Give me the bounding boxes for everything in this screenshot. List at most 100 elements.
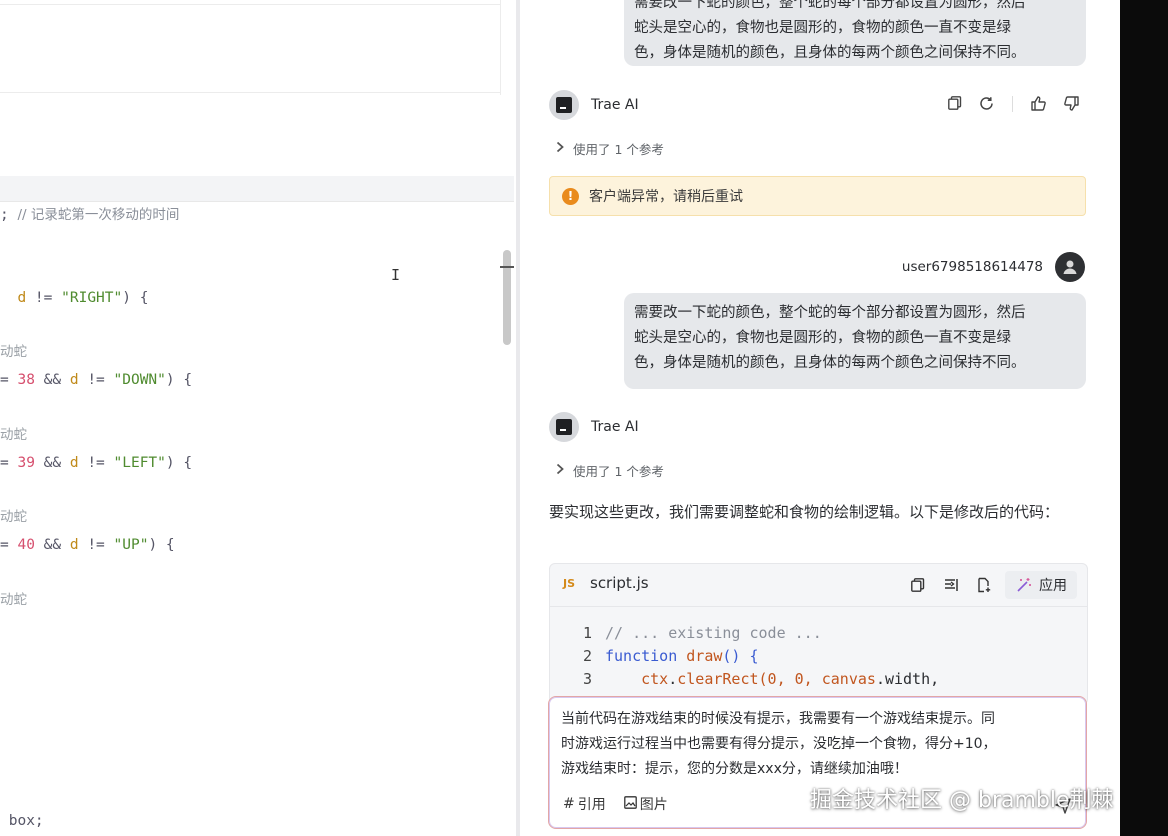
code-token: ctx bbox=[605, 670, 669, 688]
code-token: .width, bbox=[875, 670, 940, 688]
current-line-highlight bbox=[0, 176, 514, 202]
code-block-content: 1// ... existing code ... 2 function draw(… bbox=[550, 622, 939, 691]
code-block-toolbar: 应用 bbox=[896, 571, 1077, 599]
reference-toggle[interactable]: 使用了 1 个参考 bbox=[555, 139, 664, 158]
apply-button[interactable]: 应用 bbox=[1005, 571, 1077, 599]
editor-code-line[interactable]: 动蛇 bbox=[0, 507, 27, 527]
line-number: 1 bbox=[582, 624, 592, 642]
error-alert: ! 客户端异常，请稍后重试 bbox=[549, 176, 1086, 216]
chat-input-text[interactable]: 当前代码在游戏结束的时候没有提示，我需要有一个游戏结束提示。同 时游戏运行过程当… bbox=[561, 707, 1076, 782]
reference-button-label: 引用 bbox=[577, 797, 606, 813]
js-language-icon: JS bbox=[563, 577, 576, 590]
image-button[interactable]: 图片 bbox=[623, 794, 668, 814]
ai-chat-panel: 需要改一下蛇的颜色，整个蛇的每个部分都设置为圆形，然后 蛇头是空心的，食物也是圆… bbox=[520, 0, 1120, 836]
code-token: d bbox=[69, 537, 79, 553]
ai-name: Trae AI bbox=[591, 97, 639, 113]
code-token: ) { bbox=[122, 290, 149, 306]
editor-divider-top bbox=[0, 4, 500, 5]
code-token: d bbox=[69, 372, 79, 388]
magic-wand-icon bbox=[1017, 578, 1031, 592]
prev-user-message-line: 需要改一下蛇的颜色，整个蛇的每个部分都设置为圆形，然后 bbox=[634, 0, 1026, 11]
code-token: function bbox=[605, 647, 687, 665]
user-message-header: user6798518614478 bbox=[902, 252, 1085, 282]
code-editor[interactable]: ; // 记录蛇第一次移动的时间 d != "RIGHT") {动蛇 = 38 &… bbox=[0, 0, 516, 836]
editor-code-line[interactable]: = 39 && d != "LEFT") { bbox=[0, 453, 192, 473]
code-token: ) { bbox=[165, 372, 193, 388]
thumbs-up-icon[interactable] bbox=[1028, 93, 1048, 113]
editor-code-line[interactable]: 动蛇 bbox=[0, 425, 27, 445]
ai-message-header: Trae AI bbox=[549, 412, 639, 442]
warning-icon: ! bbox=[562, 187, 579, 205]
code-token: && bbox=[34, 537, 70, 553]
insert-code-icon[interactable] bbox=[940, 574, 962, 596]
chevron-right-icon bbox=[555, 463, 565, 478]
code-token: draw bbox=[686, 647, 723, 665]
editor-code-line[interactable]: 动蛇 bbox=[0, 342, 27, 362]
image-icon bbox=[623, 795, 637, 813]
code-token: 动蛇 bbox=[0, 344, 27, 360]
editor-scrollbar-marker bbox=[500, 266, 514, 268]
error-text: 客户端异常，请稍后重试 bbox=[589, 189, 743, 205]
code-token: () { bbox=[722, 647, 759, 665]
editor-vertical-divider bbox=[500, 0, 501, 95]
code-token: = bbox=[0, 372, 18, 388]
hash-icon: # bbox=[563, 796, 575, 812]
reference-button[interactable]: # 引用 bbox=[563, 794, 606, 814]
watermark-text: 掘金技术社区 @ bramble荆棘 bbox=[810, 788, 1114, 813]
trae-ai-avatar-icon bbox=[549, 90, 579, 120]
editor-code-line[interactable]: d != "RIGHT") { bbox=[0, 288, 148, 308]
code-token: "DOWN" bbox=[113, 372, 166, 388]
input-text-line: 游戏结束时：提示，您的分数是xxx分，请继续加油哦！ bbox=[561, 761, 908, 777]
new-file-icon[interactable] bbox=[973, 574, 995, 596]
code-token: 40 bbox=[17, 537, 35, 553]
code-token: // 记录蛇第一次移动的时间 bbox=[17, 207, 180, 223]
code-token: "RIGHT" bbox=[61, 290, 123, 306]
editor-code-line[interactable]: = 40 && d != "UP") { bbox=[0, 535, 175, 555]
line-number: 3 bbox=[582, 670, 592, 688]
code-token: && bbox=[34, 455, 70, 471]
copy-code-icon[interactable] bbox=[907, 574, 929, 596]
code-token: != bbox=[78, 455, 114, 471]
code-token: = bbox=[0, 455, 18, 471]
code-token: d bbox=[0, 290, 27, 306]
mouse-cursor-ibeam: I bbox=[391, 266, 401, 284]
input-text-line: 当前代码在游戏结束的时候没有提示，我需要有一个游戏结束提示。同 bbox=[561, 711, 995, 727]
code-token: d bbox=[69, 455, 79, 471]
user-message-line: 蛇头是空心的，食物也是圆形的，食物的颜色一直不变是绿 bbox=[634, 330, 1011, 346]
editor-code-line[interactable]: = 38 && d != "DOWN") { bbox=[0, 370, 192, 390]
thumbs-down-icon[interactable] bbox=[1061, 93, 1081, 113]
ai-name: Trae AI bbox=[591, 419, 639, 435]
actions-separator bbox=[1012, 96, 1013, 112]
editor-divider bbox=[0, 92, 500, 93]
input-text-line: 时游戏运行过程当中也需要有得分提示，没吃掉一个食物，得分+10， bbox=[561, 736, 997, 752]
reference-toggle[interactable]: 使用了 1 个参考 bbox=[555, 461, 664, 480]
screen-edge bbox=[1120, 0, 1168, 836]
code-token: && bbox=[34, 372, 70, 388]
code-token: != bbox=[26, 290, 62, 306]
code-token: ; bbox=[0, 207, 18, 223]
code-block: JS script.js 应用 1 // ... existing code ..… bbox=[549, 563, 1088, 705]
copy-icon[interactable] bbox=[945, 93, 965, 113]
trae-ai-avatar-icon bbox=[549, 412, 579, 442]
editor-scrollbar-thumb[interactable] bbox=[503, 250, 511, 345]
code-token: ) { bbox=[148, 537, 175, 553]
regenerate-icon[interactable] bbox=[976, 93, 996, 113]
code-token: "UP" bbox=[113, 537, 149, 553]
reference-label: 使用了 1 个参考 bbox=[573, 142, 664, 157]
code-block-line: 2 function draw() { bbox=[550, 645, 939, 668]
code-token: 38 bbox=[17, 372, 35, 388]
user-message-line: 需要改一下蛇的颜色，整个蛇的每个部分都设置为圆形，然后 bbox=[634, 305, 1026, 321]
input-toolbar: # 引用 图片 bbox=[563, 794, 686, 814]
editor-code-line[interactable]: box; bbox=[0, 811, 44, 831]
editor-code-line[interactable]: 动蛇 bbox=[0, 590, 27, 610]
code-block-line: 1 // ... existing code ... bbox=[550, 622, 939, 645]
prev-user-message-line: 色，身体是随机的颜色，且身体的每两个颜色之间保持不同。 bbox=[634, 45, 1026, 61]
code-filename[interactable]: script.js bbox=[590, 574, 649, 592]
code-block-line: 3 ctx.clearRect(0, 0, canvas.width, bbox=[550, 668, 939, 691]
editor-code-line[interactable]: ; // 记录蛇第一次移动的时间 bbox=[0, 205, 179, 225]
code-token: (0, 0, bbox=[758, 670, 822, 688]
user-message: 需要改一下蛇的颜色，整个蛇的每个部分都设置为圆形，然后 蛇头是空心的，食物也是圆… bbox=[624, 293, 1086, 389]
code-token: ) { bbox=[165, 455, 193, 471]
code-token: clearRect bbox=[677, 670, 759, 688]
code-token: != bbox=[78, 372, 114, 388]
